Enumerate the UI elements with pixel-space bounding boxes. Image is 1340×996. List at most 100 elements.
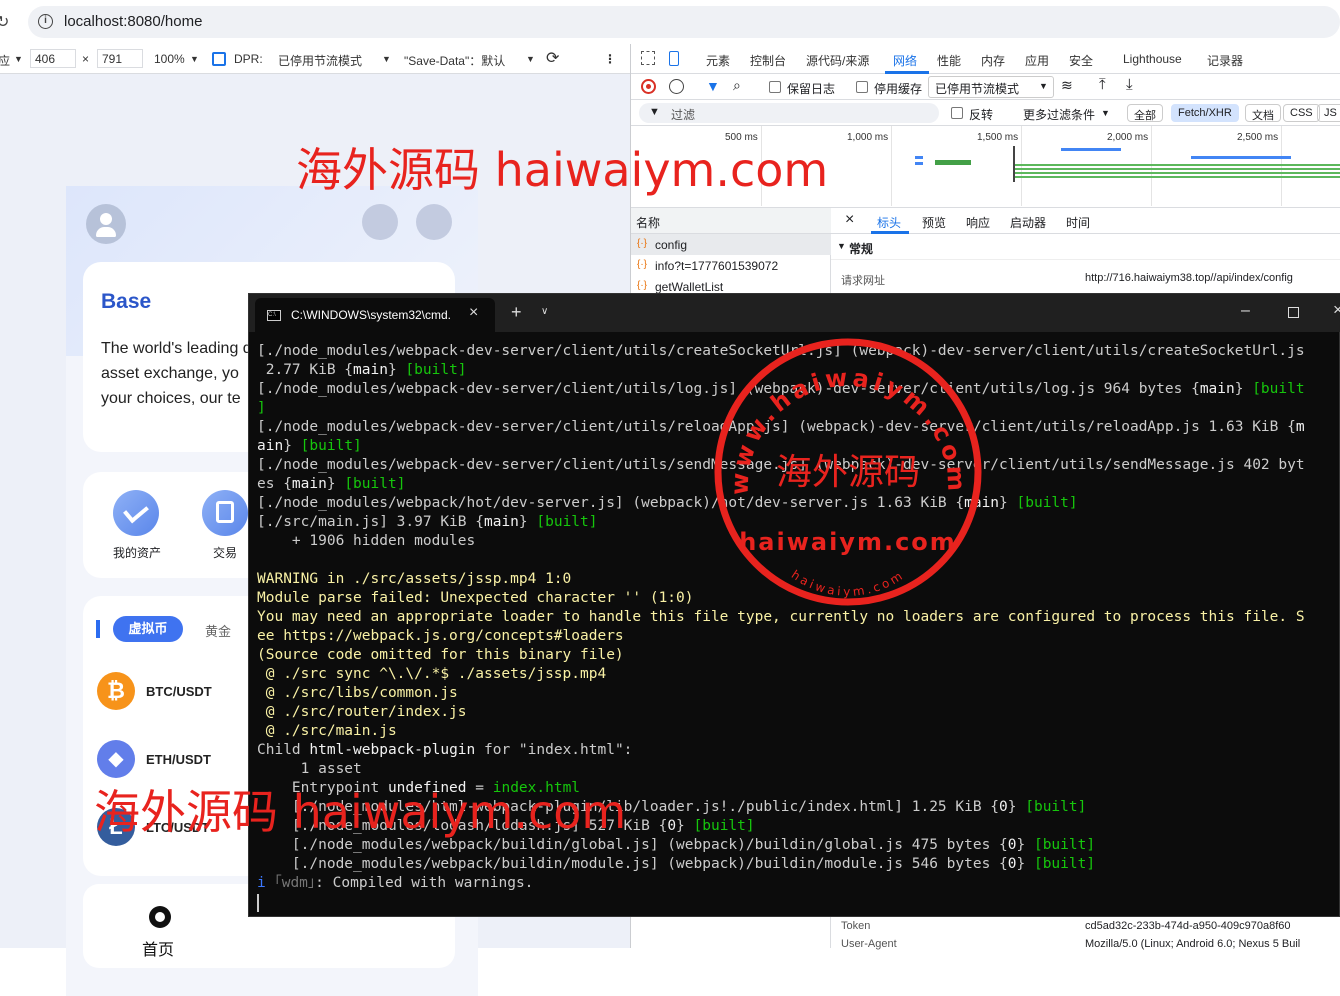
tab-gold[interactable]: 黄金: [205, 621, 231, 640]
tab-lighthouse[interactable]: Lighthouse: [1123, 52, 1182, 66]
inspect-element-icon[interactable]: [641, 51, 655, 65]
terminal-text: }: [676, 818, 694, 834]
terminal-line: ee https://webpack.js.org/concepts#loade…: [257, 627, 1337, 646]
terminal-text: [built]: [1033, 856, 1096, 872]
zoom-dropdown-icon[interactable]: ▼: [190, 54, 199, 64]
quick-item-label-assets[interactable]: 我的资产: [112, 544, 162, 561]
avatar-head-icon: [100, 213, 112, 225]
detail-tab-initiator[interactable]: 启动器: [1010, 214, 1046, 231]
network-throttle-dropdown-icon[interactable]: ▼: [1039, 81, 1048, 91]
network-throttle-select[interactable]: 已停用节流模式: [928, 76, 1054, 98]
zoom-select[interactable]: 100%: [154, 52, 185, 66]
more-options-icon[interactable]: ⋮: [604, 52, 616, 66]
service-icon[interactable]: [362, 204, 398, 240]
tab-security[interactable]: 安全: [1069, 52, 1093, 69]
url-box[interactable]: i localhost:8080/home: [28, 6, 1340, 38]
terminal-tab[interactable]: C:\ C:\WINDOWS\system32\cmd. ×: [255, 298, 495, 332]
export-har-icon[interactable]: ⤓: [1126, 76, 1133, 93]
general-section-header[interactable]: ▼ 常规: [831, 234, 1340, 260]
terminal-text: (Source code omitted for this binary fil…: [257, 647, 624, 663]
throttle-dropdown-icon[interactable]: ▼: [382, 54, 391, 64]
tab-virtual-currency[interactable]: 虚拟币: [113, 616, 183, 642]
token-label: Token: [841, 920, 871, 932]
market-pair-eth[interactable]: ETH/USDT: [146, 752, 211, 767]
device-toggle-icon[interactable]: [669, 51, 679, 66]
throttle-select[interactable]: 已停用节流模式: [278, 52, 362, 69]
request-row[interactable]: {·} info?t=1777601539072: [631, 255, 831, 276]
filter-chip-all[interactable]: 全部: [1127, 104, 1163, 122]
disable-cache-checkbox[interactable]: [856, 81, 868, 93]
new-tab-icon[interactable]: +: [511, 302, 522, 323]
request-url-value: http://716.haiwaiym38.top//api/index/con…: [1085, 272, 1293, 284]
save-data-dropdown-icon[interactable]: ▼: [526, 54, 535, 64]
import-har-icon[interactable]: ⤒: [1099, 76, 1106, 93]
minimize-icon[interactable]: –: [1241, 302, 1250, 320]
terminal-text: es {: [257, 476, 292, 492]
network-conditions-icon[interactable]: ≋: [1061, 77, 1073, 94]
save-data-select[interactable]: "Save-Data"：默认: [404, 52, 505, 69]
filter-icon[interactable]: ▼: [706, 78, 720, 94]
tab-performance[interactable]: 性能: [937, 52, 961, 69]
terminal-cursor[interactable]: [257, 894, 259, 912]
more-filters-dropdown-icon[interactable]: ▼: [1101, 108, 1110, 118]
close-tab-icon[interactable]: ×: [469, 304, 478, 322]
request-row[interactable]: {·} config: [631, 234, 831, 255]
terminal-text: WARNING in ./src/assets/jssp.mp4 1:0: [257, 571, 572, 587]
filter-input[interactable]: ▼ 过滤: [639, 103, 939, 123]
request-name: config: [655, 238, 688, 252]
search-icon[interactable]: ⌕: [733, 77, 741, 94]
detail-tab-headers[interactable]: 标头: [877, 214, 901, 231]
tab-network[interactable]: 网络: [893, 52, 917, 69]
user-agent-label: User-Agent: [841, 938, 897, 950]
terminal-line: i ｢wdm｣: Compiled with warnings.: [257, 874, 1337, 893]
xhr-icon: {·}: [637, 238, 648, 249]
invert-checkbox[interactable]: [951, 107, 963, 119]
home-nav-icon[interactable]: [149, 906, 171, 928]
tab-dropdown-icon[interactable]: ∨: [541, 306, 548, 317]
language-icon[interactable]: [416, 204, 452, 240]
tab-application[interactable]: 应用: [1025, 52, 1049, 69]
preserve-log-checkbox[interactable]: [769, 81, 781, 93]
filter-chip-doc[interactable]: 文档: [1245, 104, 1281, 122]
browser-address-bar: ↻ i localhost:8080/home: [0, 0, 1340, 44]
quick-item-label-trade[interactable]: 交易: [200, 544, 250, 561]
tab-sources[interactable]: 源代码/来源: [806, 52, 869, 69]
tab-recorder[interactable]: 记录器: [1207, 52, 1243, 69]
market-pair-btc[interactable]: BTC/USDT: [146, 684, 212, 699]
clear-icon[interactable]: [669, 79, 684, 94]
reload-icon[interactable]: ↻: [0, 12, 9, 32]
my-assets-icon[interactable]: [113, 490, 159, 536]
detail-tab-timing[interactable]: 时间: [1066, 214, 1090, 231]
dimension-label[interactable]: 应: [0, 52, 10, 69]
filter-chip-css[interactable]: CSS: [1283, 104, 1320, 122]
terminal-text: ee https://webpack.js.org/concepts#loade…: [257, 628, 624, 644]
width-input[interactable]: 406: [30, 49, 76, 68]
maximize-icon[interactable]: [1288, 307, 1299, 318]
timeline-tick: 2,500 ms: [1237, 132, 1279, 143]
stamp-center-text: 海外源码: [776, 452, 920, 493]
filter-chip-js[interactable]: JS: [1317, 104, 1340, 122]
site-info-icon[interactable]: i: [38, 14, 53, 29]
close-details-icon[interactable]: ×: [845, 211, 854, 229]
nav-home-label[interactable]: 首页: [142, 936, 174, 960]
height-input[interactable]: 791: [97, 49, 143, 68]
tab-memory[interactable]: 内存: [981, 52, 1005, 69]
tab-elements[interactable]: 元素: [706, 52, 730, 69]
rotate-icon[interactable]: ⟳: [546, 48, 559, 68]
record-icon[interactable]: [641, 79, 656, 94]
detail-tab-preview[interactable]: 预览: [922, 214, 946, 231]
close-window-icon[interactable]: ×: [1333, 300, 1340, 320]
user-agent-value: Mozilla/5.0 (Linux; Android 6.0; Nexus 5…: [1085, 938, 1301, 950]
network-toolbar: ▼ ⌕ 保留日志 停用缓存 已停用节流模式 ▼ ≋ ⤒ ⤓: [631, 74, 1340, 100]
tab-console[interactable]: 控制台: [750, 52, 786, 69]
more-filters-select[interactable]: 更多过滤条件: [1023, 106, 1095, 123]
filter-chip-fetch-xhr[interactable]: Fetch/XHR: [1171, 104, 1239, 122]
url-text[interactable]: localhost:8080/home: [64, 13, 202, 30]
trade-icon[interactable]: [202, 490, 248, 536]
detail-tab-response[interactable]: 响应: [966, 214, 990, 231]
avatar[interactable]: [86, 204, 126, 244]
token-value: cd5ad32c-233b-474d-a950-409c970a8f60: [1085, 920, 1291, 932]
request-name: info?t=1777601539072: [655, 259, 779, 273]
dimension-dropdown-icon[interactable]: ▼: [14, 54, 23, 64]
name-column-header[interactable]: 名称: [636, 214, 660, 231]
